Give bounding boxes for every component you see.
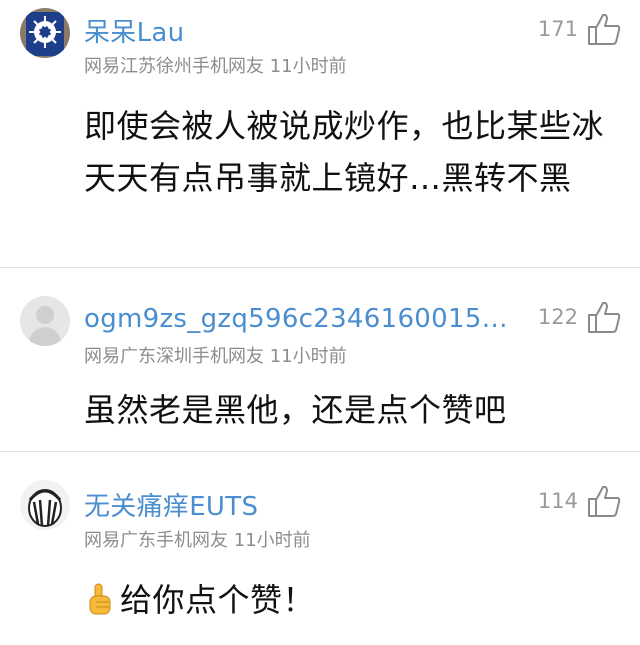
like-button[interactable]: 171 xyxy=(538,12,622,46)
like-count: 171 xyxy=(537,17,578,41)
username[interactable]: 无关痛痒EUTS xyxy=(84,486,258,523)
comment-item: 呆呆Lau 网易江苏徐州手机网友 11小时前 171 即使会被人被说成炒作，也比… xyxy=(0,0,640,268)
like-button[interactable]: 122 xyxy=(538,300,622,334)
thumbs-up-icon xyxy=(588,301,621,333)
comment-meta: 网易广东手机网友 11小时前 xyxy=(84,530,311,551)
comment-item: ogm9zs_gzq596c23461600155f06… 网易广东深圳手机网友… xyxy=(0,268,640,452)
username[interactable]: ogm9zs_gzq596c23461600155f06… xyxy=(84,304,524,334)
thumbs-up-icon xyxy=(588,13,621,45)
thumbs-up-icon xyxy=(588,485,621,517)
face-palm-avatar-icon[interactable] xyxy=(20,480,70,530)
comment-text: 即使会被人被说成炒作，也比某些冰天天有点吊事就上镜好…黑转不黑 xyxy=(84,107,605,197)
comment-meta: 网易广东深圳手机网友 11小时前 xyxy=(84,346,347,367)
like-count: 122 xyxy=(537,305,578,329)
comment-body: 给你点个赞！ xyxy=(84,574,610,626)
default-user-avatar-icon[interactable] xyxy=(20,296,70,346)
like-button[interactable]: 114 xyxy=(538,484,622,518)
like-count: 114 xyxy=(537,489,578,513)
comment-meta: 网易江苏徐州手机网友 11小时前 xyxy=(84,56,347,77)
comment-text: 虽然老是黑他，还是点个赞吧 xyxy=(84,391,507,429)
comment-text: 给你点个赞！ xyxy=(120,581,316,619)
pointing-up-hand-icon xyxy=(89,583,111,615)
comment-item: 无关痛痒EUTS 网易广东手机网友 11小时前 114 给你点个赞！ xyxy=(0,452,640,645)
blue-emblem-avatar-icon[interactable] xyxy=(20,8,70,58)
username[interactable]: 呆呆Lau xyxy=(84,12,184,49)
